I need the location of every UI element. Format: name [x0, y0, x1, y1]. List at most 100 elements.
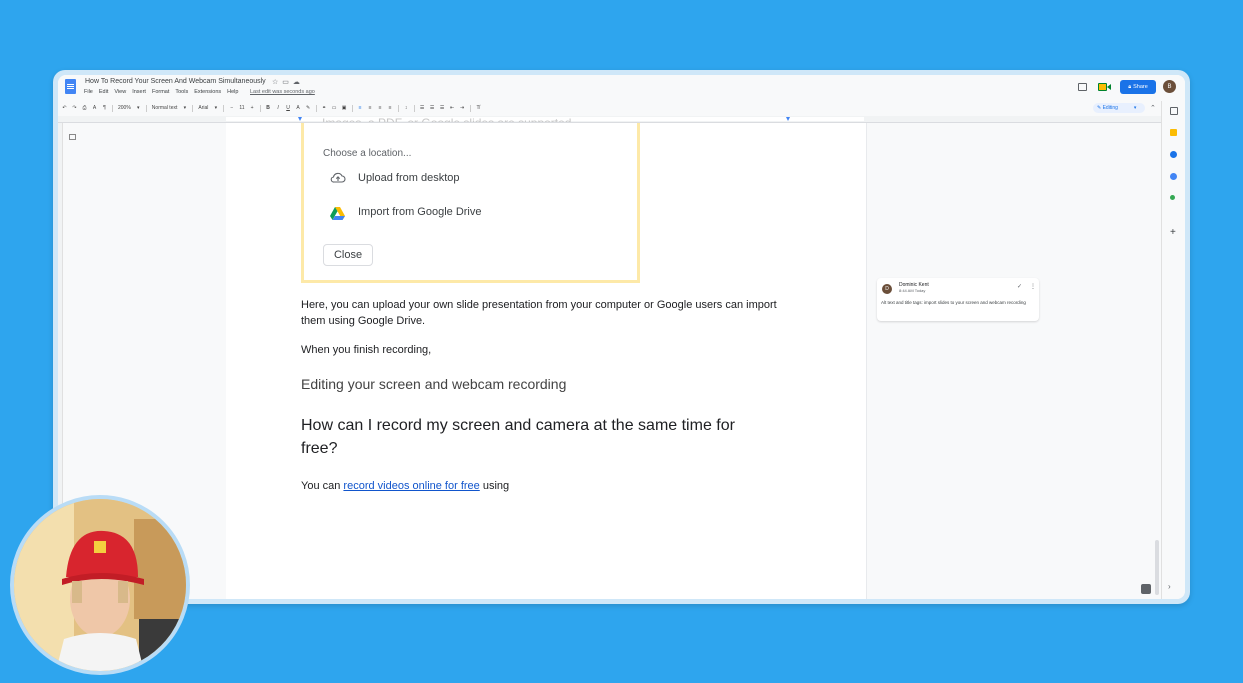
justify-icon[interactable]: ≡: [388, 105, 393, 111]
bold-icon[interactable]: B: [266, 105, 271, 111]
chevron-right-icon[interactable]: ›: [1168, 582, 1171, 591]
comment-history-icon[interactable]: [1078, 83, 1087, 91]
menu-view[interactable]: View: [114, 89, 126, 95]
editing-mode-select[interactable]: ✎ Editing ▾: [1093, 103, 1145, 113]
comment-text: Alt text and title tags: import slides t…: [881, 300, 1026, 305]
explore-icon[interactable]: [1141, 584, 1151, 594]
clear-formatting-icon[interactable]: T̸: [476, 105, 481, 111]
divider: [112, 104, 113, 112]
resolve-check-icon[interactable]: ✓: [1017, 283, 1022, 290]
title-actions: ☆▭☁: [272, 78, 304, 86]
left-indent-marker[interactable]: [298, 117, 302, 121]
comment-card[interactable]: D Dominic Kent 8:44 AM Today ✓ ⋮ Alt tex…: [877, 278, 1039, 321]
chevron-down-icon: ▾: [137, 105, 140, 111]
webcam-overlay: [10, 495, 190, 675]
document-title[interactable]: How To Record Your Screen And Webcam Sim…: [85, 78, 266, 85]
menu-edit[interactable]: Edit: [99, 89, 108, 95]
divider: [351, 104, 353, 112]
link-icon[interactable]: ⚭: [322, 105, 327, 111]
import-from-drive-option[interactable]: Import from Google Drive: [358, 206, 481, 218]
increase-indent-icon[interactable]: ⇥: [460, 105, 465, 111]
increase-font-icon[interactable]: +: [250, 105, 255, 111]
checklist-icon[interactable]: ☰: [420, 105, 425, 111]
print-icon[interactable]: ⎙: [82, 105, 87, 111]
docs-window: How To Record Your Screen And Webcam Sim…: [58, 75, 1185, 599]
decrease-indent-icon[interactable]: ⇤: [450, 105, 455, 111]
avatar[interactable]: B: [1163, 80, 1176, 93]
align-right-icon[interactable]: ≡: [378, 105, 383, 111]
star-icon[interactable]: ☆: [272, 79, 282, 86]
close-button[interactable]: Close: [323, 244, 373, 266]
spellcheck-icon[interactable]: A: [92, 105, 97, 111]
menu-file[interactable]: File: [84, 89, 93, 95]
body-paragraph[interactable]: When you finish recording,: [301, 344, 431, 356]
comment-margin: [866, 123, 1162, 599]
line-spacing-icon[interactable]: ↕: [404, 105, 409, 111]
undo-icon[interactable]: ↶: [62, 105, 67, 111]
heading-2[interactable]: How can I record my screen and camera at…: [301, 414, 771, 460]
insert-slides-dialog: Images, a PDF, or Google slides are supp…: [301, 116, 640, 283]
meet-icon[interactable]: [1098, 82, 1112, 92]
more-options-icon[interactable]: ⋮: [1030, 283, 1036, 290]
numbered-list-icon[interactable]: ☰: [440, 105, 445, 111]
align-center-icon[interactable]: ≡: [368, 105, 373, 111]
underline-icon[interactable]: U: [286, 105, 291, 111]
divider: [397, 104, 399, 112]
dialog-description: Images, a PDF, or Google slides are supp…: [322, 116, 575, 122]
divider: [259, 104, 261, 112]
editing-mode-label: Editing: [1102, 105, 1118, 111]
lock-icon: 🔒︎: [1128, 83, 1132, 90]
comment-timestamp: 8:44 AM Today: [899, 288, 926, 293]
divider: [469, 104, 471, 112]
side-panel: +: [1161, 101, 1185, 599]
google-drive-icon: [330, 207, 345, 220]
share-button[interactable]: 🔒︎ Share: [1120, 80, 1156, 94]
add-on-plus-icon[interactable]: +: [1170, 227, 1176, 238]
chevron-down-icon: ▾: [1133, 105, 1137, 111]
menu-insert[interactable]: Insert: [132, 89, 146, 95]
body-paragraph[interactable]: You can record videos online for free us…: [301, 480, 509, 492]
document-outline-icon[interactable]: [69, 134, 76, 140]
menu-help[interactable]: Help: [227, 89, 238, 95]
decrease-font-icon[interactable]: −: [229, 105, 234, 111]
image-icon[interactable]: ▣: [342, 105, 347, 111]
text-color-icon[interactable]: A: [296, 105, 301, 111]
body-paragraph[interactable]: Here, you can upload your own slide pres…: [301, 297, 781, 329]
redo-icon[interactable]: ↷: [72, 105, 77, 111]
menu-tools[interactable]: Tools: [175, 89, 188, 95]
paint-format-icon[interactable]: ¶: [102, 105, 107, 111]
title-bar: How To Record Your Screen And Webcam Sim…: [58, 75, 1185, 101]
maps-icon[interactable]: [1170, 195, 1175, 200]
highlight-icon[interactable]: ✎: [306, 105, 311, 111]
divider: [413, 104, 415, 112]
chevron-down-icon: ▾: [214, 105, 218, 111]
contacts-icon[interactable]: [1170, 173, 1177, 180]
dialog-prompt: Choose a location...: [323, 148, 412, 159]
chevron-down-icon: ▾: [183, 105, 187, 111]
calendar-icon[interactable]: [1170, 107, 1178, 115]
menu-extensions[interactable]: Extensions: [194, 89, 221, 95]
style-select[interactable]: Normal text: [152, 105, 178, 111]
bulleted-list-icon[interactable]: ☰: [430, 105, 435, 111]
tasks-icon[interactable]: [1170, 151, 1177, 158]
comment-icon[interactable]: ▭: [332, 105, 337, 111]
zoom-select[interactable]: 200%: [118, 105, 131, 111]
chevron-up-icon[interactable]: ⌃: [1150, 104, 1156, 112]
italic-icon[interactable]: I: [276, 105, 281, 111]
menu-format[interactable]: Format: [152, 89, 169, 95]
keep-icon[interactable]: [1170, 129, 1177, 136]
google-docs-icon[interactable]: [65, 79, 76, 94]
upload-from-desktop-option[interactable]: Upload from desktop: [358, 172, 460, 184]
move-folder-icon[interactable]: ▭: [282, 79, 293, 86]
font-select[interactable]: Arial: [198, 105, 208, 111]
vertical-scrollbar[interactable]: [1155, 540, 1159, 595]
cloud-status-icon[interactable]: ☁: [293, 79, 304, 86]
last-edit-link[interactable]: Last edit was seconds ago: [250, 89, 315, 95]
heading-3[interactable]: Editing your screen and webcam recording: [301, 376, 566, 392]
record-videos-link[interactable]: record videos online for free: [343, 480, 479, 492]
font-size-input[interactable]: 11: [239, 105, 244, 111]
align-left-icon[interactable]: ≡: [358, 105, 363, 111]
upload-icon: [330, 172, 346, 183]
share-label: Share: [1133, 84, 1148, 90]
right-indent-marker[interactable]: [786, 117, 790, 121]
